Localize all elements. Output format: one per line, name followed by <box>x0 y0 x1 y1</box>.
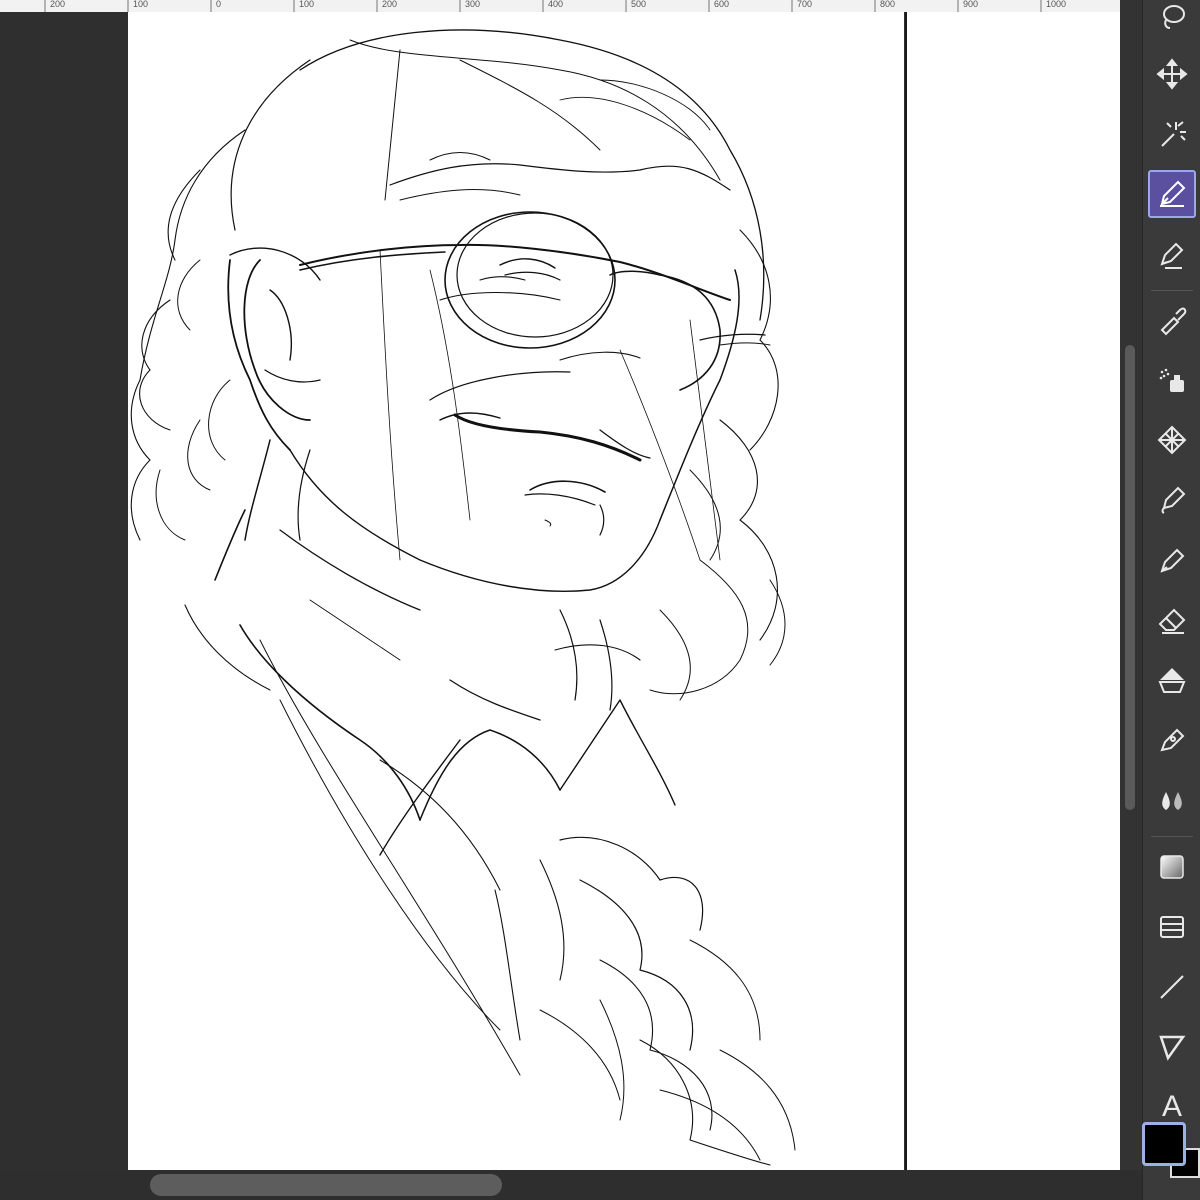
ruler-label: 400 <box>548 0 564 9</box>
line-icon[interactable] <box>1148 963 1196 1011</box>
ruler-label: 100 <box>299 0 315 9</box>
ruler-label: 200 <box>50 0 66 9</box>
pen-nib-icon[interactable] <box>1148 170 1196 218</box>
canvas-overflow-area <box>905 12 1120 1170</box>
drawing-canvas[interactable] <box>128 12 904 1170</box>
horizontal-scroll-thumb[interactable] <box>150 1174 502 1196</box>
brush-icon[interactable] <box>1148 536 1196 584</box>
horizontal-scrollbar[interactable] <box>0 1170 1142 1200</box>
ruler-label: 300 <box>465 0 481 9</box>
ruler-label: 200 <box>382 0 398 9</box>
vertical-scrollbar[interactable] <box>1120 0 1142 1200</box>
eyedropper-icon[interactable] <box>1148 296 1196 344</box>
pencil-icon[interactable] <box>1148 230 1196 278</box>
airbrush-icon[interactable] <box>1148 356 1196 404</box>
foreground-color-swatch[interactable] <box>1142 1122 1186 1166</box>
toolbar-separator <box>1151 290 1193 291</box>
move-icon[interactable] <box>1148 50 1196 98</box>
ruler-label: 800 <box>880 0 896 9</box>
ruler-label: 1000 <box>1046 0 1067 9</box>
ruler-label: 100 <box>133 0 149 9</box>
pattern-icon[interactable] <box>1148 416 1196 464</box>
pen-tool-icon[interactable] <box>1148 716 1196 764</box>
ruler-label: 900 <box>963 0 979 9</box>
ruler-label: 700 <box>797 0 813 9</box>
layers-icon[interactable] <box>1148 903 1196 951</box>
marker-icon[interactable] <box>1148 476 1196 524</box>
sketch-drawing <box>130 29 796 1166</box>
workspace[interactable] <box>0 12 1120 1170</box>
gradient-icon[interactable] <box>1148 843 1196 891</box>
lasso-icon[interactable] <box>1148 0 1196 40</box>
tool-palette: A <box>1142 0 1200 1200</box>
blend-icon[interactable] <box>1148 776 1196 824</box>
ruler-label: 500 <box>631 0 647 9</box>
fill-bucket-icon[interactable] <box>1148 656 1196 704</box>
sparkle-icon[interactable] <box>1148 110 1196 158</box>
text-tool-glyph: A <box>1161 1090 1182 1123</box>
eraser-icon[interactable] <box>1148 596 1196 644</box>
ruler-label: 0 <box>216 0 222 9</box>
toolbar-separator <box>1151 836 1193 837</box>
vertical-scroll-thumb[interactable] <box>1125 345 1135 810</box>
polygon-icon[interactable] <box>1148 1023 1196 1071</box>
ruler-label: 600 <box>714 0 730 9</box>
